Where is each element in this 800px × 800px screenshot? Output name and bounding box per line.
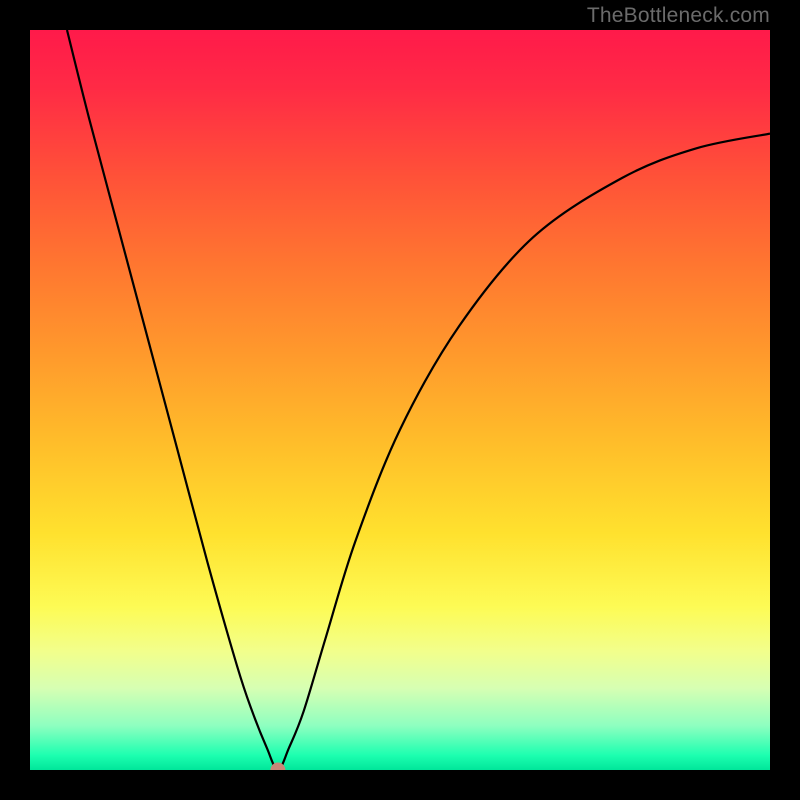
chart-frame: TheBottleneck.com [0,0,800,800]
bottleneck-curve [30,30,770,770]
watermark-text: TheBottleneck.com [587,4,770,28]
plot-area [30,30,770,770]
